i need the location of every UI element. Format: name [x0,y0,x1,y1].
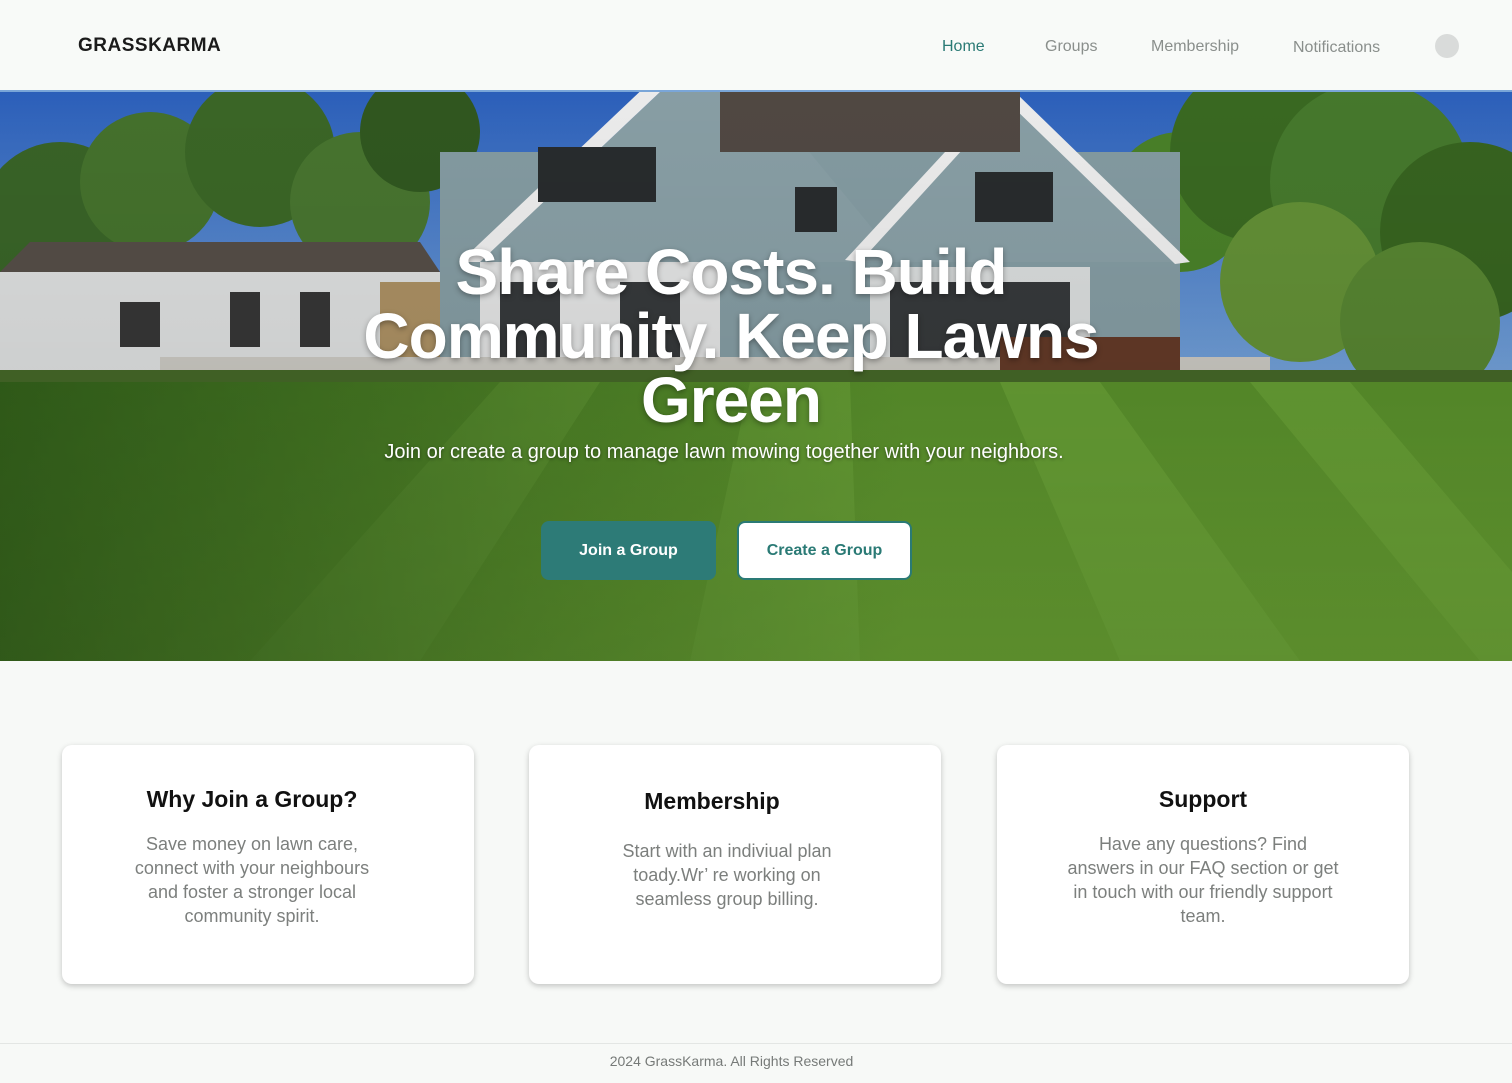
card-title: Support [1158,786,1248,812]
card-title: Why Join a Group? [146,786,358,812]
nav-membership[interactable]: Membership [1151,38,1239,56]
user-avatar[interactable] [1435,34,1459,58]
footer-copyright: 2024 GrassKarma. All Rights Reserved [609,1053,854,1069]
nav-groups[interactable]: Groups [1045,38,1097,56]
hero-title-line-1: Share Costs. Build [455,236,1008,308]
hero-section: Share Costs. Build Community. Keep Lawns… [0,92,1512,661]
feature-card-support: Support Have any questions? Find answers… [997,745,1409,984]
create-group-button[interactable]: Create a Group [737,521,912,580]
card-text: Save money on lawn care, connect with yo… [134,834,370,926]
hero-title-line-3: Green [641,364,822,436]
hero-subtitle: Join or create a group to manage lawn mo… [384,441,1064,463]
hero-title-line-2: Community. Keep Lawns [363,300,1099,372]
feature-card-why-join: Why Join a Group? Save money on lawn car… [62,745,474,984]
card-text: Have any questions? Find answers in our … [1067,834,1339,926]
card-text: Start with an indiviual plan toady.Wr’ r… [622,841,832,909]
nav-notifications[interactable]: Notifications [1293,39,1380,57]
site-footer: 2024 GrassKarma. All Rights Reserved [0,1043,1512,1083]
hero-title: Share Costs. Build Community. Keep Lawns… [0,240,1462,432]
card-title: Membership [644,788,780,814]
site-header: GRASSKARMA Home Groups Membership Notifi… [0,0,1512,92]
nav-home[interactable]: Home [942,38,985,56]
feature-card-membership: Membership Start with an indiviual plan … [529,745,941,984]
join-group-button[interactable]: Join a Group [541,521,716,580]
brand-logo[interactable]: GRASSKARMA [78,35,221,57]
